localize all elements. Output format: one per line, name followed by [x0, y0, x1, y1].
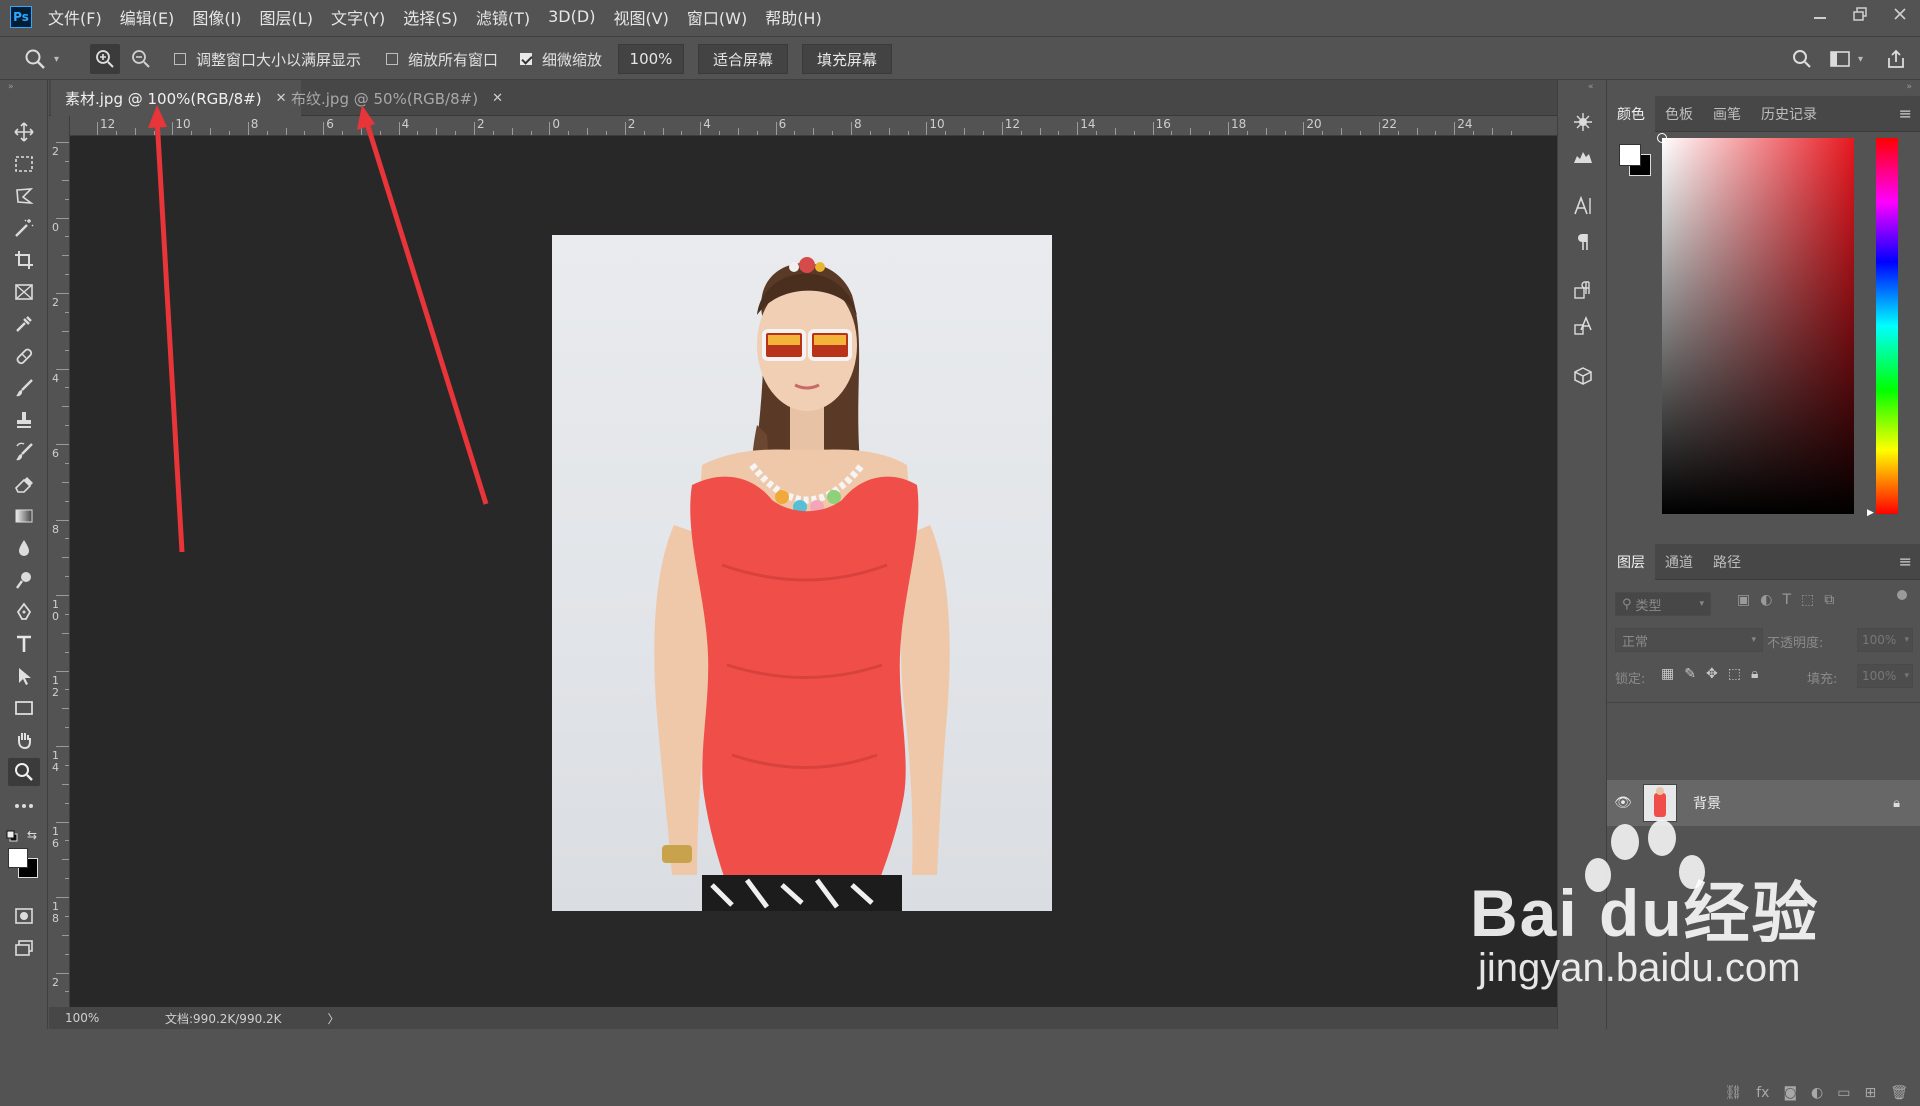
filter-smart-object-icon[interactable]: ⧉	[1824, 592, 1834, 608]
lock-all-icon[interactable]: 🔒︎	[1751, 666, 1758, 682]
layer-name[interactable]: 背景	[1693, 793, 1721, 813]
chevron-down-icon: ▾	[1904, 671, 1909, 681]
panel-menu-icon[interactable]: ≡	[1899, 552, 1912, 571]
filter-shape-icon[interactable]: ⬚	[1801, 592, 1814, 608]
3d-icon[interactable]	[1567, 362, 1599, 390]
lock-transparent-icon[interactable]: ▦	[1661, 666, 1674, 682]
color-panel-tabs: 颜色 色板 画笔 历史记录 ≡	[1607, 95, 1920, 132]
opacity-label: 不透明度:	[1767, 636, 1824, 651]
histogram-icon[interactable]	[1567, 142, 1599, 170]
filter-type-icon[interactable]: T	[1782, 592, 1791, 608]
navigator-icon[interactable]	[1567, 108, 1599, 136]
color-panel-swatches[interactable]	[1617, 142, 1653, 178]
paragraph-styles-icon[interactable]	[1567, 276, 1599, 304]
color-picker-cursor[interactable]	[1657, 133, 1667, 143]
filter-toggle[interactable]	[1897, 590, 1907, 600]
link-layers-icon[interactable]: ⛓︎	[1724, 1085, 1742, 1101]
hue-slider[interactable]	[1876, 138, 1898, 514]
lock-position-icon[interactable]: ✥	[1706, 666, 1718, 682]
watermark-url: jingyan.baidu.com	[1478, 946, 1801, 990]
annotation-arrowhead	[357, 105, 375, 130]
layer-filter-label: 类型	[1635, 598, 1662, 614]
collapse-icon[interactable]: «	[1588, 82, 1594, 92]
blend-mode-value: 正常	[1622, 634, 1649, 650]
watermark-brand: Bai du经验	[1470, 876, 1820, 950]
baidu-watermark: Bai du经验 jingyan.baidu.com	[1470, 820, 1900, 1020]
new-group-icon[interactable]: ▭	[1837, 1085, 1850, 1101]
layers-panel-tabs: 图层 通道 路径 ≡	[1607, 543, 1920, 580]
annotation-arrow	[363, 119, 489, 505]
fill-value: 100%	[1862, 669, 1897, 683]
foreground-color-swatch[interactable]	[1619, 144, 1641, 166]
opacity-value: 100%	[1862, 633, 1897, 647]
panel-menu-icon[interactable]: ≡	[1899, 104, 1912, 123]
chevron-down-icon: ▾	[1699, 599, 1704, 609]
fill-label: 填充:	[1807, 672, 1838, 687]
tab-channels[interactable]: 通道	[1655, 544, 1703, 580]
lock-image-icon[interactable]: ✎	[1684, 666, 1696, 682]
lock-artboard-icon[interactable]: ⬚	[1728, 666, 1741, 682]
chevron-down-icon: ▾	[1904, 635, 1909, 645]
eye-icon[interactable]: 👁︎	[1607, 795, 1639, 811]
add-mask-icon[interactable]: ◙	[1783, 1085, 1797, 1101]
search-icon: ⚲	[1622, 596, 1632, 612]
chevron-down-icon: ▾	[1751, 635, 1756, 645]
lock-label: 锁定:	[1615, 672, 1646, 687]
paragraph-icon[interactable]	[1567, 228, 1599, 256]
filter-pixel-icon[interactable]: ▣	[1737, 592, 1750, 608]
tab-layers[interactable]: 图层	[1607, 543, 1655, 580]
tab-brushes[interactable]: 画笔	[1703, 96, 1751, 132]
lock-icon: 🔒︎	[1893, 795, 1900, 811]
filter-adjustment-icon[interactable]: ◐	[1760, 592, 1772, 608]
hue-slider-handle[interactable]: ▶	[1867, 508, 1874, 518]
layer-thumbnail	[1643, 784, 1677, 822]
fill-field[interactable]: 100% ▾	[1857, 664, 1913, 688]
character-styles-icon[interactable]	[1567, 312, 1599, 340]
new-layer-icon[interactable]: ⊞	[1864, 1085, 1876, 1101]
blend-mode-select[interactable]: 正常 ▾	[1615, 628, 1763, 652]
tab-swatches[interactable]: 色板	[1655, 96, 1703, 132]
tab-color[interactable]: 颜色	[1607, 95, 1655, 132]
annotation-arrow	[154, 117, 185, 553]
layer-effects-icon[interactable]: fx	[1756, 1085, 1769, 1101]
adjustment-layer-icon[interactable]: ◐	[1811, 1085, 1823, 1101]
layer-filter-select[interactable]: ⚲ 类型 ▾	[1615, 592, 1711, 616]
tab-paths[interactable]: 路径	[1703, 544, 1751, 580]
color-picker-field[interactable]	[1657, 133, 1854, 514]
opacity-field[interactable]: 100% ▾	[1857, 628, 1913, 652]
collapse-icon[interactable]: »	[1906, 82, 1912, 92]
annotation-arrowhead	[148, 105, 167, 128]
delete-layer-icon[interactable]: 🗑︎	[1890, 1085, 1908, 1101]
tab-history[interactable]: 历史记录	[1751, 96, 1827, 132]
character-icon[interactable]	[1567, 192, 1599, 220]
